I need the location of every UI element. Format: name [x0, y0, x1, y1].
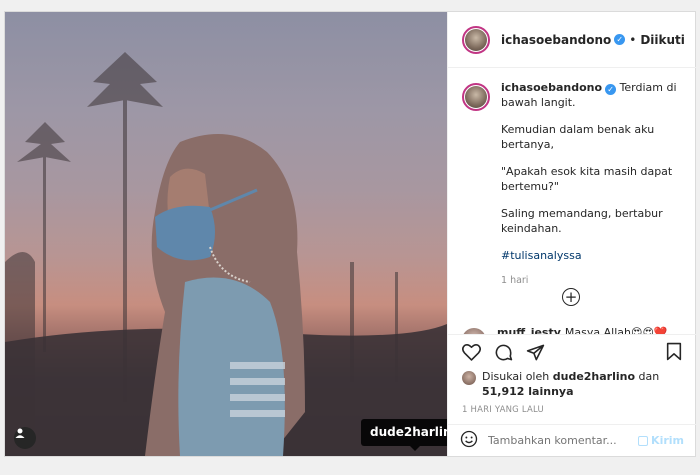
caption-line-2: Kemudian dalam benak aku bertanya,: [501, 123, 655, 151]
caption-hashtag[interactable]: #tulisanalyssa: [501, 249, 681, 264]
likes-user[interactable]: dude2harlino: [553, 370, 635, 383]
caption-line-4: Saling memandang, bertabur keindahan.: [501, 207, 663, 235]
follow-status-button[interactable]: Diikuti: [640, 33, 685, 47]
plus-circle-icon[interactable]: +: [562, 288, 580, 306]
share-icon[interactable]: [526, 343, 545, 362]
comments-list[interactable]: ichasoebandono ✓ Terdiam di bawah langit.…: [448, 69, 696, 334]
user-tag-icon[interactable]: [14, 427, 36, 449]
photo-scene: [5, 52, 447, 456]
separator-dot: •: [629, 32, 637, 47]
add-comment-bar: Kirim: [448, 424, 696, 456]
caption-avatar[interactable]: [462, 83, 490, 111]
emoji-icon[interactable]: [460, 430, 478, 452]
header-username[interactable]: ichasoebandono: [501, 33, 611, 47]
bookmark-icon[interactable]: [666, 342, 682, 365]
posted-time[interactable]: 1 HARI YANG LALU: [462, 405, 682, 415]
caption-body: ichasoebandono ✓ Terdiam di bawah langit.…: [501, 81, 681, 288]
comment-text: Masya Allah😍😍❤️: [564, 326, 668, 334]
action-icons: [462, 335, 682, 369]
likes-prefix: Disukai oleh: [482, 370, 550, 383]
likes-summary: Disukai oleh dude2harlino dan 51,912 lai…: [462, 369, 682, 399]
avatar[interactable]: [462, 25, 490, 54]
post-comment-button[interactable]: Kirim: [638, 434, 684, 447]
likes-joiner: dan: [638, 370, 660, 383]
caption: ichasoebandono ✓ Terdiam di bawah langit.…: [462, 81, 682, 288]
post-comment-label: Kirim: [651, 434, 684, 447]
comment-username[interactable]: muff_iesty: [497, 326, 561, 334]
caption-username[interactable]: ichasoebandono: [501, 81, 602, 94]
post-header: ichasoebandono ✓ • Diikuti: [448, 12, 696, 68]
caption-line-3: "Apakah esok kita masih dapat bertemu?": [501, 165, 673, 193]
heart-icon[interactable]: [462, 343, 481, 361]
caption-time: 1 hari: [501, 274, 529, 286]
liker-avatar[interactable]: [462, 371, 476, 385]
verified-badge-icon: ✓: [614, 34, 626, 45]
post-dialog: dude2harlino ichasoebandono ✓ • Diikuti …: [4, 11, 696, 457]
comment-item: muff_iesty Masya Allah😍😍❤️: [462, 326, 668, 334]
send-icon: [638, 435, 649, 446]
post-photo[interactable]: dude2harlino: [5, 12, 447, 456]
verified-badge-icon: ✓: [605, 84, 617, 95]
photo-user-tag[interactable]: dude2harlino: [361, 419, 447, 451]
post-actions: Disukai oleh dude2harlino dan 51,912 lai…: [448, 334, 696, 424]
post-side-panel: ichasoebandono ✓ • Diikuti ichasoebandon…: [447, 12, 696, 456]
comment-icon[interactable]: [494, 343, 513, 362]
comment-input[interactable]: [488, 434, 639, 447]
likes-count[interactable]: 51,912 lainnya: [482, 385, 574, 398]
